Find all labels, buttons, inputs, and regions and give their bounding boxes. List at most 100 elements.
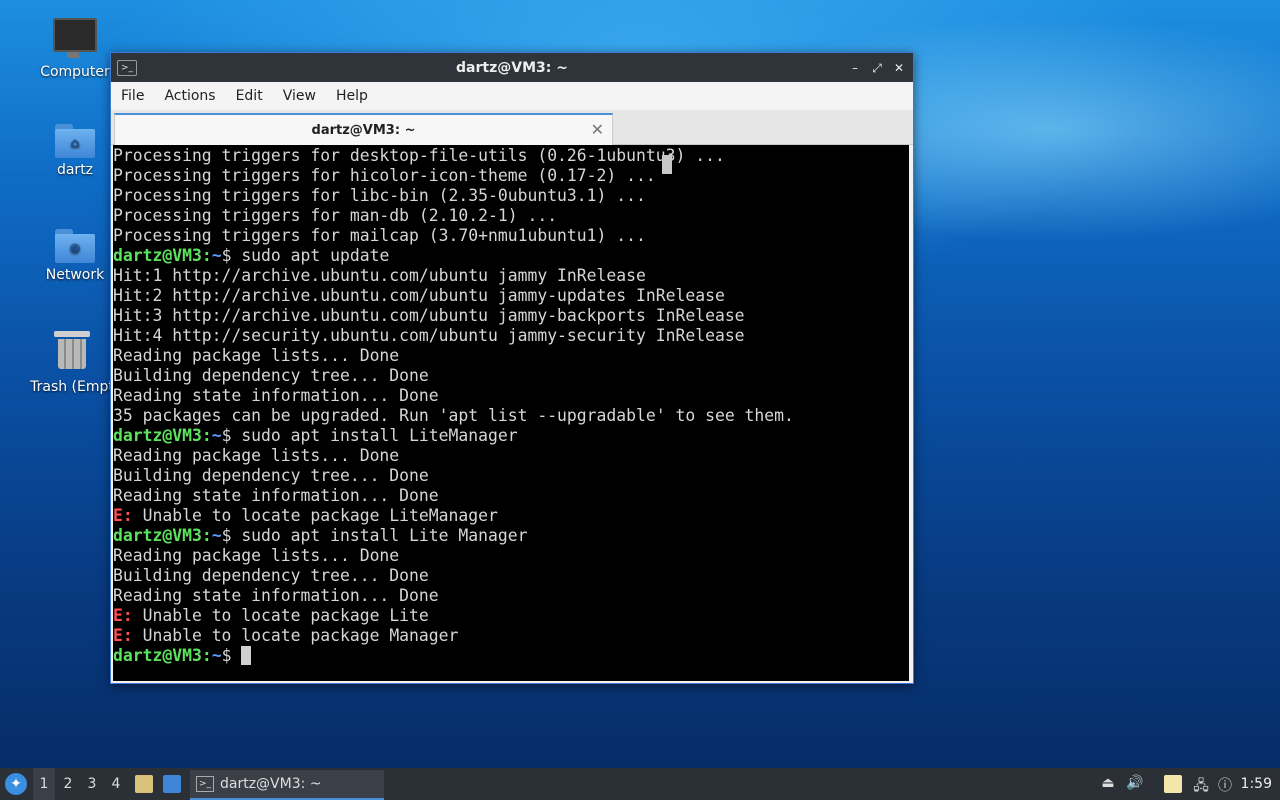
terminal-line: Processing triggers for libc-bin (2.35-0… bbox=[113, 186, 909, 206]
workspace-1[interactable]: 1 bbox=[33, 768, 55, 800]
error-prefix: E: bbox=[113, 606, 133, 625]
terminal-line: E: Unable to locate package LiteManager bbox=[113, 506, 909, 526]
trash-icon bbox=[54, 331, 90, 369]
output-text: Reading state information... Done bbox=[113, 386, 439, 405]
output-text: 35 packages can be upgraded. Run 'apt li… bbox=[113, 406, 794, 425]
menu-help[interactable]: Help bbox=[326, 88, 378, 104]
window-titlebar[interactable]: >_ dartz@VM3: ~ – ⤢ ✕ bbox=[111, 53, 913, 82]
desktop-icon-label: dartz bbox=[56, 162, 94, 178]
output-text: Hit:3 http://archive.ubuntu.com/ubuntu j… bbox=[113, 306, 745, 325]
terminal-line: Building dependency tree... Done bbox=[113, 566, 909, 586]
menu-edit[interactable]: Edit bbox=[226, 88, 273, 104]
tray-updates-icon[interactable]: ⏏ bbox=[1100, 775, 1116, 793]
terminal-output[interactable]: Processing triggers for desktop-file-uti… bbox=[113, 145, 909, 681]
close-button[interactable]: ✕ bbox=[889, 58, 909, 78]
prompt-path: ~ bbox=[211, 526, 222, 545]
output-text: Hit:4 http://security.ubuntu.com/ubuntu … bbox=[113, 326, 745, 345]
computer-icon bbox=[53, 18, 97, 58]
output-text: Reading package lists... Done bbox=[113, 446, 400, 465]
terminal-line: Reading state information... Done bbox=[113, 386, 909, 406]
desktop-icon-network[interactable]: ◉ Network bbox=[29, 229, 121, 283]
error-text: Unable to locate package Lite bbox=[132, 606, 429, 625]
error-prefix: E: bbox=[113, 626, 133, 645]
output-text: Processing triggers for libc-bin (2.35-0… bbox=[113, 186, 646, 205]
output-text: Processing triggers for mailcap (3.70+nm… bbox=[113, 226, 646, 245]
error-text: Unable to locate package Manager bbox=[132, 626, 459, 645]
terminal-line: Reading package lists... Done bbox=[113, 546, 909, 566]
stray-cursor-block bbox=[662, 155, 672, 174]
output-text: Hit:1 http://archive.ubuntu.com/ubuntu j… bbox=[113, 266, 646, 285]
start-menu-button[interactable]: ✦ bbox=[5, 773, 27, 795]
terminal-line: Reading package lists... Done bbox=[113, 446, 909, 466]
clock[interactable]: 1:59 bbox=[1241, 768, 1272, 800]
desktop-icon-label: Network bbox=[45, 267, 105, 283]
terminal-line: Processing triggers for mailcap (3.70+nm… bbox=[113, 226, 909, 246]
tab-close-icon[interactable]: ✕ bbox=[591, 120, 604, 139]
terminal-line: Reading state information... Done bbox=[113, 586, 909, 606]
terminal-line: dartz@VM3:~$ sudo apt install Lite Manag… bbox=[113, 526, 528, 545]
maximize-button[interactable]: ⤢ bbox=[867, 58, 887, 78]
minimize-button[interactable]: – bbox=[845, 58, 865, 78]
menu-file[interactable]: File bbox=[111, 88, 154, 104]
window-title: dartz@VM3: ~ bbox=[456, 59, 568, 76]
workspace-2[interactable]: 2 bbox=[57, 768, 79, 800]
file-manager-launcher-icon[interactable] bbox=[135, 775, 153, 793]
terminal-line: dartz@VM3:~$ sudo apt update bbox=[113, 246, 390, 265]
prompt-path: ~ bbox=[211, 426, 222, 445]
tab-terminal[interactable]: dartz@VM3: ~ ✕ bbox=[114, 113, 613, 145]
output-text: Processing triggers for hicolor-icon-the… bbox=[113, 166, 656, 185]
show-desktop-icon[interactable] bbox=[163, 775, 181, 793]
terminal-line: Hit:3 http://archive.ubuntu.com/ubuntu j… bbox=[113, 306, 909, 326]
terminal-line: Processing triggers for hicolor-icon-the… bbox=[113, 166, 909, 186]
desktop-icon-computer[interactable]: Computer bbox=[29, 18, 121, 80]
output-text: Processing triggers for man-db (2.10.2-1… bbox=[113, 206, 558, 225]
output-text: Reading state information... Done bbox=[113, 586, 439, 605]
volume-icon[interactable]: 🔊 bbox=[1126, 775, 1144, 793]
output-text: Building dependency tree... Done bbox=[113, 566, 429, 585]
desktop-icon-trash[interactable]: Trash (Empt bbox=[22, 331, 122, 395]
taskbar-task-terminal[interactable]: >_ dartz@VM3: ~ bbox=[190, 770, 384, 800]
task-label: dartz@VM3: ~ bbox=[220, 776, 322, 792]
desktop-icon-label: Computer bbox=[40, 64, 110, 80]
output-text: Reading package lists... Done bbox=[113, 346, 400, 365]
network-folder-icon: ◉ bbox=[55, 229, 95, 263]
terminal-line: Hit:4 http://security.ubuntu.com/ubuntu … bbox=[113, 326, 909, 346]
menu-actions[interactable]: Actions bbox=[154, 88, 225, 104]
terminal-line: Reading package lists... Done bbox=[113, 346, 909, 366]
desktop-icon-home[interactable]: ⌂ dartz bbox=[29, 124, 121, 178]
workspace-4[interactable]: 4 bbox=[105, 768, 127, 800]
output-text: Reading state information... Done bbox=[113, 486, 439, 505]
terminal-line: E: Unable to locate package Lite bbox=[113, 606, 909, 626]
menu-view[interactable]: View bbox=[273, 88, 326, 104]
terminal-line: Processing triggers for desktop-file-uti… bbox=[113, 146, 909, 166]
desktop-icon-label: Trash (Empt bbox=[30, 379, 114, 395]
menubar: File Actions Edit View Help bbox=[111, 82, 913, 110]
prompt-path: ~ bbox=[211, 246, 222, 265]
terminal-line: Hit:2 http://archive.ubuntu.com/ubuntu j… bbox=[113, 286, 909, 306]
error-prefix: E: bbox=[113, 506, 133, 525]
terminal-line: Hit:1 http://archive.ubuntu.com/ubuntu j… bbox=[113, 266, 909, 286]
tab-title: dartz@VM3: ~ bbox=[311, 122, 416, 138]
output-text: Building dependency tree... Done bbox=[113, 366, 429, 385]
prompt-path: ~ bbox=[211, 646, 222, 665]
home-folder-icon: ⌂ bbox=[55, 124, 95, 158]
clipboard-icon[interactable] bbox=[1164, 775, 1182, 793]
output-text: Processing triggers for desktop-file-uti… bbox=[113, 146, 725, 165]
command-text: sudo apt update bbox=[241, 246, 390, 265]
terminal-window: >_ dartz@VM3: ~ – ⤢ ✕ File Actions Edit … bbox=[110, 52, 914, 684]
notification-icon[interactable]: ⓘ bbox=[1217, 775, 1233, 794]
network-icon[interactable]: 🖧 bbox=[1191, 775, 1211, 794]
terminal-task-icon: >_ bbox=[196, 776, 214, 792]
terminal-line: Reading state information... Done bbox=[113, 486, 909, 506]
command-text: sudo apt install Lite Manager bbox=[241, 526, 528, 545]
terminal-line: 35 packages can be upgraded. Run 'apt li… bbox=[113, 406, 909, 426]
output-text: Hit:2 http://archive.ubuntu.com/ubuntu j… bbox=[113, 286, 725, 305]
terminal-cursor bbox=[241, 646, 252, 665]
terminal-line: E: Unable to locate package Manager bbox=[113, 626, 909, 646]
output-text: Reading package lists... Done bbox=[113, 546, 400, 565]
workspace-3[interactable]: 3 bbox=[81, 768, 103, 800]
error-text: Unable to locate package LiteManager bbox=[132, 506, 498, 525]
prompt-user: dartz@VM3 bbox=[113, 646, 202, 665]
terminal-app-icon[interactable]: >_ bbox=[117, 59, 137, 76]
prompt-user: dartz@VM3 bbox=[113, 426, 202, 445]
